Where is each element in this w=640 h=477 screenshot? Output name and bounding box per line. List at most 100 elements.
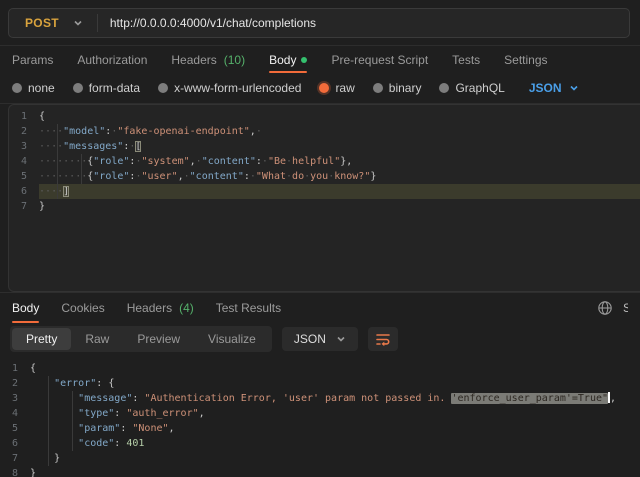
view-raw[interactable]: Raw — [71, 328, 123, 350]
response-tab-cookies[interactable]: Cookies — [61, 293, 104, 323]
line-number: 5 — [0, 421, 30, 436]
line-number: 6 — [0, 436, 30, 451]
tab-label: Test Results — [216, 301, 281, 315]
line-number: 3 — [0, 391, 30, 406]
tab-params[interactable]: Params — [12, 46, 53, 73]
api-client-window: POST http://0.0.0.0:4000/v1/chat/complet… — [0, 0, 640, 477]
tab-tests[interactable]: Tests — [452, 46, 480, 73]
chevron-down-icon — [569, 83, 579, 93]
tab-count-badge: (4) — [179, 301, 194, 315]
radio-icon — [439, 83, 449, 93]
tab-label: Cookies — [61, 301, 104, 315]
code-line: 5········{"role":·"user",·"content":·"Wh… — [9, 169, 640, 184]
status-text-clipped: St — [623, 301, 628, 315]
body-mode-label: form-data — [89, 81, 140, 95]
code-line: 4········{"role":·"system",·"content":·"… — [9, 154, 640, 169]
code-line: 1{ — [9, 109, 640, 124]
url-input[interactable]: http://0.0.0.0:4000/v1/chat/completions — [98, 9, 629, 37]
indent-guide — [48, 376, 49, 466]
tab-body[interactable]: Body — [269, 46, 307, 73]
request-tabs: Params Authorization Headers (10) Body Pre-re… — [0, 46, 640, 73]
body-mode-GraphQL[interactable]: GraphQL — [439, 81, 504, 95]
body-mode-label: x-www-form-urlencoded — [174, 81, 301, 95]
code-line: 3····"messages":·[ — [9, 139, 640, 154]
body-mode-label: binary — [389, 81, 422, 95]
response-section: Body Cookies Headers (4) Test Results St Pre… — [0, 292, 640, 477]
raw-language-dropdown[interactable]: JSON — [529, 81, 579, 95]
body-mode-none[interactable]: none — [12, 81, 55, 95]
line-number: 1 — [0, 361, 30, 376]
radio-icon — [73, 83, 83, 93]
body-mode-form-data[interactable]: form-data — [73, 81, 140, 95]
wrap-text-button[interactable] — [368, 327, 398, 351]
radio-icon — [319, 83, 329, 93]
tab-label: Body — [12, 301, 39, 315]
code-line: 7 } — [0, 451, 640, 466]
line-number: 8 — [0, 466, 30, 477]
tab-label: Body — [269, 53, 296, 67]
view-pretty[interactable]: Pretty — [12, 328, 71, 350]
line-number: 2 — [9, 124, 39, 139]
response-tab-body[interactable]: Body — [12, 293, 39, 323]
response-language-dropdown[interactable]: JSON — [282, 327, 358, 351]
code-line: 5 "param": "None", — [0, 421, 640, 436]
globe-icon[interactable] — [597, 300, 613, 316]
tab-label: Pre-request Script — [331, 53, 428, 67]
wrap-text-icon — [375, 332, 391, 346]
body-mode-label: raw — [335, 81, 354, 95]
chevron-down-icon — [73, 18, 83, 28]
body-mode-raw[interactable]: raw — [319, 81, 354, 95]
method-label: POST — [25, 16, 59, 30]
tab-label: Headers — [127, 301, 172, 315]
request-body-editor[interactable]: 1{2····"model":·"fake-openai-endpoint",·… — [8, 104, 640, 292]
view-visualize[interactable]: Visualize — [194, 328, 270, 350]
unsaved-dot-indicator — [301, 57, 307, 63]
response-tabs-row: Body Cookies Headers (4) Test Results St — [0, 293, 640, 323]
url-box: POST http://0.0.0.0:4000/v1/chat/complet… — [8, 8, 630, 38]
response-tabs: Body Cookies Headers (4) Test Results — [12, 293, 281, 323]
code-line: 1{ — [0, 361, 640, 376]
tab-authorization[interactable]: Authorization — [77, 46, 147, 73]
indent-guide — [57, 124, 58, 199]
response-tab-headers[interactable]: Headers (4) — [127, 293, 194, 323]
response-meta: St — [597, 300, 628, 316]
code-line: 2 "error": { — [0, 376, 640, 391]
code-line: 4 "type": "auth_error", — [0, 406, 640, 421]
line-number: 4 — [9, 154, 39, 169]
code-line: 3 "message": "Authentication Error, 'use… — [0, 391, 640, 406]
line-number: 3 — [9, 139, 39, 154]
tab-label: Headers — [171, 53, 216, 67]
radio-icon — [12, 83, 22, 93]
tab-pre-request-script[interactable]: Pre-request Script — [331, 46, 428, 73]
body-mode-binary[interactable]: binary — [373, 81, 422, 95]
tab-headers[interactable]: Headers (10) — [171, 46, 245, 73]
body-mode-label: GraphQL — [455, 81, 504, 95]
radio-icon — [373, 83, 383, 93]
request-url-row: POST http://0.0.0.0:4000/v1/chat/complet… — [0, 0, 640, 46]
response-language-label: JSON — [294, 332, 326, 346]
line-number: 4 — [0, 406, 30, 421]
line-number: 2 — [0, 376, 30, 391]
code-line: 6 "code": 401 — [0, 436, 640, 451]
code-line: 7} — [9, 199, 640, 214]
method-dropdown[interactable]: POST — [9, 9, 97, 37]
response-tab-test-results[interactable]: Test Results — [216, 293, 281, 323]
body-mode-x-www-form-urlencoded[interactable]: x-www-form-urlencoded — [158, 81, 301, 95]
chevron-down-icon — [336, 334, 346, 344]
tab-label: Authorization — [77, 53, 147, 67]
code-line: 2····"model":·"fake-openai-endpoint",· — [9, 124, 640, 139]
tab-count-badge: (10) — [224, 53, 245, 67]
line-number: 5 — [9, 169, 39, 184]
tab-label: Settings — [504, 53, 547, 67]
view-switcher: PrettyRawPreviewVisualize — [10, 326, 272, 352]
line-number: 7 — [9, 199, 39, 214]
raw-language-label: JSON — [529, 81, 562, 95]
indent-guide — [72, 391, 73, 451]
line-number: 7 — [0, 451, 30, 466]
response-body-editor[interactable]: 1{2 "error": {3 "message": "Authenticati… — [0, 357, 640, 477]
line-number: 1 — [9, 109, 39, 124]
code-line: 8} — [0, 466, 640, 477]
tab-settings[interactable]: Settings — [504, 46, 547, 73]
view-preview[interactable]: Preview — [123, 328, 194, 350]
code-line: 6····] — [9, 184, 640, 199]
